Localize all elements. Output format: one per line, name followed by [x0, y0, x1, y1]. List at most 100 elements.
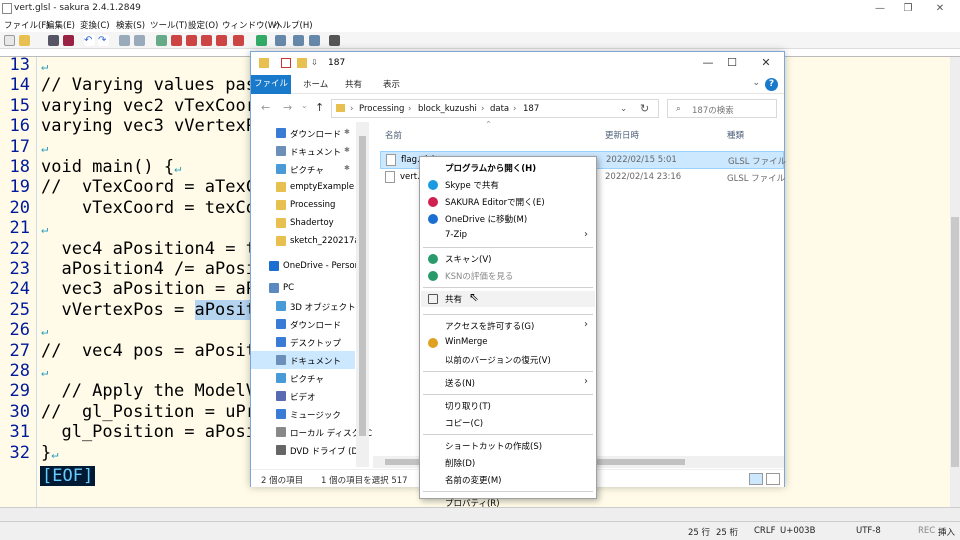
undo-icon[interactable]: ↶: [84, 35, 95, 46]
nav-item[interactable]: デスクトップ: [251, 333, 355, 351]
menu-item[interactable]: SAKURA Editorで開く(E): [421, 194, 595, 210]
menu-item[interactable]: スキャン(V): [421, 251, 595, 267]
menu-edit[interactable]: 編集(E): [46, 19, 75, 31]
outline-icon[interactable]: [275, 35, 286, 46]
breadcrumb-block-kuzushi[interactable]: block_kuzushi: [418, 104, 477, 114]
menu-item[interactable]: WinMerge: [421, 335, 595, 351]
explorer-maximize-button[interactable]: ☐: [717, 56, 747, 70]
menu-separator: [423, 287, 593, 288]
code-line: vTexCoord = texCo: [41, 198, 256, 218]
save-icon[interactable]: [48, 35, 59, 46]
find-next-icon[interactable]: [186, 35, 197, 46]
nav-scrollbar[interactable]: [356, 122, 369, 467]
nav-item[interactable]: ビデオ: [251, 387, 355, 405]
open-folder-icon[interactable]: [19, 35, 30, 46]
quick-access-dropdown-icon[interactable]: ⇩: [311, 58, 321, 68]
address-box[interactable]: › Processing › block_kuzushi › data › 18…: [331, 99, 659, 118]
ribbon-expand-icon[interactable]: ⌄: [752, 78, 760, 88]
tab-share[interactable]: 共有: [345, 78, 362, 90]
nav-item[interactable]: 3D オブジェクト: [251, 297, 356, 315]
compare-icon[interactable]: [293, 35, 304, 46]
search-box[interactable]: ⌕ 187の検索: [667, 99, 777, 118]
help-icon[interactable]: ?: [765, 78, 778, 91]
menu-item[interactable]: コピー(C): [421, 415, 595, 431]
new-folder-icon[interactable]: [297, 58, 307, 68]
menu-item[interactable]: アクセスを許可する(G) ›: [421, 318, 595, 334]
up-arrow-icon[interactable]: ↑: [315, 101, 324, 114]
grep-icon[interactable]: [216, 35, 227, 46]
menu-settings[interactable]: 設定(O): [188, 19, 218, 31]
properties-icon[interactable]: [281, 58, 291, 68]
nav-item[interactable]: ダウンロード ✱: [251, 124, 355, 142]
nav-item[interactable]: PC: [251, 279, 355, 297]
macro-icon[interactable]: [309, 35, 320, 46]
restore-button[interactable]: ❐: [894, 2, 922, 16]
tab-file[interactable]: ファイル: [251, 75, 291, 94]
menu-item[interactable]: OneDrive に移動(M): [421, 211, 595, 227]
nav-item[interactable]: ドキュメント ✱: [251, 142, 355, 160]
menu-item[interactable]: ショートカットの作成(S): [421, 438, 595, 454]
new-file-icon[interactable]: [4, 35, 15, 46]
nav-item-label: sketch_220217a: [290, 236, 360, 246]
editor-title-bar: vert.glsl - sakura 2.4.1.2849 — ❐ ✕: [0, 0, 960, 18]
replace-icon[interactable]: [233, 35, 244, 46]
redo-icon[interactable]: ↷: [98, 35, 109, 46]
column-name[interactable]: 名前: [385, 129, 402, 141]
large-icons-view-icon[interactable]: [766, 473, 780, 485]
nav-item[interactable]: ドキュメント: [251, 351, 355, 369]
nav-item[interactable]: ローカル ディスク (C: [251, 423, 372, 441]
recent-chevron-icon[interactable]: ⌄: [301, 101, 308, 110]
jump-forward-icon[interactable]: [134, 35, 145, 46]
find-clear-icon[interactable]: [201, 35, 212, 46]
menu-search[interactable]: 検索(S): [116, 19, 145, 31]
breadcrumb-processing[interactable]: Processing: [359, 104, 404, 114]
close-button[interactable]: ✕: [926, 2, 954, 16]
nav-item[interactable]: ピクチャ: [251, 369, 355, 387]
minimize-button[interactable]: —: [866, 2, 894, 16]
menu-item[interactable]: 削除(D): [421, 455, 595, 471]
nav-item[interactable]: emptyExample: [251, 178, 355, 196]
search-icon[interactable]: [156, 35, 167, 46]
menu-window[interactable]: ウィンドウ(W): [222, 19, 280, 31]
nav-item[interactable]: Shadertoy: [251, 214, 355, 232]
nav-item[interactable]: DVD ドライブ (D:): [251, 441, 364, 459]
back-arrow-icon[interactable]: ←: [261, 101, 270, 114]
breadcrumb-data[interactable]: data: [490, 104, 509, 114]
jump-back-icon[interactable]: [119, 35, 130, 46]
address-dropdown-icon[interactable]: ⌄: [620, 104, 627, 114]
nav-item[interactable]: ピクチャ ✱: [251, 160, 355, 178]
breadcrumb-187[interactable]: 187: [523, 104, 539, 114]
menu-item[interactable]: Skype で共有: [421, 177, 595, 193]
nav-item[interactable]: Processing: [251, 196, 355, 214]
refresh-icon[interactable]: ↻: [640, 102, 649, 115]
tab-view[interactable]: 表示: [383, 78, 400, 90]
menu-item[interactable]: 7-Zip ›: [421, 228, 595, 244]
column-date[interactable]: 更新日時: [605, 129, 639, 141]
menu-item[interactable]: 共有: [421, 291, 595, 307]
menu-convert[interactable]: 変換(C): [80, 19, 110, 31]
find-prev-icon[interactable]: [171, 35, 182, 46]
nav-item[interactable]: OneDrive - Person: [251, 257, 360, 275]
nav-item[interactable]: ダウンロード: [251, 315, 355, 333]
explorer-ribbon-tabs: ファイル ホーム 共有 表示 ⌄ ?: [251, 75, 784, 94]
nav-item[interactable]: sketch_220217a: [251, 232, 360, 250]
nav-item[interactable]: ミュージック: [251, 405, 355, 423]
menu-tools[interactable]: ツール(T): [150, 19, 187, 31]
menu-item[interactable]: 切り取り(T): [421, 398, 595, 414]
column-type[interactable]: 種類: [727, 129, 744, 141]
menu-item[interactable]: プログラムから開く(H): [421, 160, 595, 176]
menu-help[interactable]: ヘルプ(H): [274, 19, 313, 31]
menu-item[interactable]: 送る(N) ›: [421, 375, 595, 391]
explorer-close-button[interactable]: ✕: [751, 56, 781, 70]
forward-arrow-icon[interactable]: →: [283, 101, 292, 114]
tag-jump-icon[interactable]: [256, 35, 267, 46]
tab-home[interactable]: ホーム: [303, 78, 328, 90]
editor-vertical-scrollbar[interactable]: [950, 57, 960, 507]
menu-item[interactable]: 名前の変更(M): [421, 472, 595, 488]
menu-file[interactable]: ファイル(F): [4, 19, 50, 31]
save-as-icon[interactable]: [63, 35, 74, 46]
menu-item[interactable]: 以前のバージョンの復元(V): [421, 352, 595, 368]
menu-item[interactable]: プロパティ(R): [421, 495, 595, 511]
settings-icon[interactable]: [329, 35, 340, 46]
details-view-icon[interactable]: [749, 473, 763, 485]
